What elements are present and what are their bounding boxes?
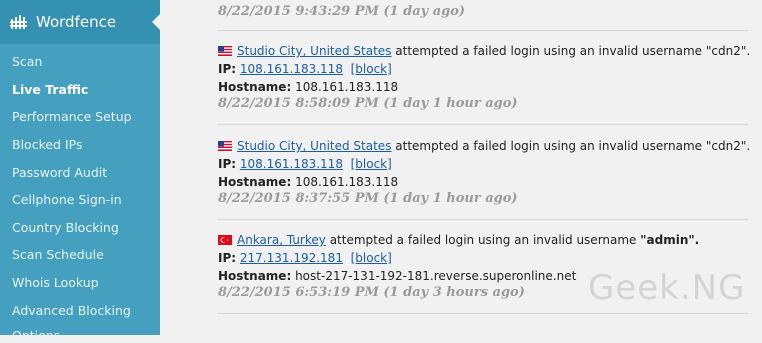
entry-divider xyxy=(218,313,748,314)
watermark: Geek.NG xyxy=(588,268,746,308)
location-link[interactable]: Ankara, Turkey xyxy=(237,233,326,247)
event-message: attempted a failed login using an invali… xyxy=(395,44,703,58)
wordfence-title: Wordfence xyxy=(36,13,117,31)
event-message: attempted a failed login using an invali… xyxy=(395,139,703,153)
username-value: "admin". xyxy=(640,233,700,247)
us-flag-icon xyxy=(218,141,232,151)
wordfence-logo-icon xyxy=(10,15,27,29)
us-flag-icon xyxy=(218,46,232,56)
hostname-label: Hostname: xyxy=(218,175,292,189)
hostname-value: 108.161.183.118 xyxy=(295,175,399,189)
entry-divider xyxy=(218,30,748,31)
ip-label: IP: xyxy=(218,251,237,265)
ip-label: IP: xyxy=(218,62,237,76)
live-traffic-log: 8/22/2015 9:43:29 PM (1 day ago) Studio … xyxy=(160,0,762,335)
log-entry: Studio City, United States attempted a f… xyxy=(218,137,751,206)
block-ip-link[interactable]: [block] xyxy=(351,157,392,171)
hostname-label: Hostname: xyxy=(218,80,292,94)
sidebar-item-performance-setup[interactable]: Performance Setup xyxy=(12,109,132,124)
sidebar-item-live-traffic[interactable]: Live Traffic xyxy=(12,82,88,97)
hostname-label: Hostname: xyxy=(218,269,292,283)
entry-timestamp: 8/22/2015 8:37:55 PM (1 day 1 hour ago) xyxy=(218,191,518,206)
username-value: "cdn2". xyxy=(705,139,751,153)
location-link[interactable]: Studio City, United States xyxy=(237,44,391,58)
ip-label: IP: xyxy=(218,157,237,171)
sidebar-item-advanced-blocking[interactable]: Advanced Blocking xyxy=(12,303,131,318)
event-message: attempted a failed login using an invali… xyxy=(329,233,637,247)
sidebar-item-options[interactable]: Options xyxy=(12,328,60,343)
sidebar-item-whois-lookup[interactable]: Whois Lookup xyxy=(12,275,99,290)
ip-link[interactable]: 217.131.192.181 xyxy=(240,251,343,265)
tr-flag-icon xyxy=(218,235,232,245)
sidebar-item-cellphone-sign-in[interactable]: Cellphone Sign-in xyxy=(12,192,122,207)
entry-divider xyxy=(218,219,748,220)
block-ip-link[interactable]: [block] xyxy=(351,62,392,76)
sidebar-item-country-blocking[interactable]: Country Blocking xyxy=(12,220,119,235)
location-link[interactable]: Studio City, United States xyxy=(237,139,391,153)
ip-link[interactable]: 108.161.183.118 xyxy=(240,157,343,171)
hostname-value: host-217-131-192-181.reverse.superonline… xyxy=(295,269,577,283)
entry-divider xyxy=(218,124,748,125)
ip-link[interactable]: 108.161.183.118 xyxy=(240,62,343,76)
block-ip-link[interactable]: [block] xyxy=(351,251,392,265)
entry-timestamp: 8/22/2015 8:58:09 PM (1 day 1 hour ago) xyxy=(218,96,518,111)
entry-timestamp: 8/22/2015 9:43:29 PM (1 day ago) xyxy=(218,4,466,19)
hostname-value: 108.161.183.118 xyxy=(295,80,399,94)
username-value: "cdn2". xyxy=(705,44,751,58)
sidebar-item-blocked-ips[interactable]: Blocked IPs xyxy=(12,137,82,152)
sidebar-item-scan[interactable]: Scan xyxy=(12,54,42,69)
wordfence-menu-header[interactable]: Wordfence xyxy=(0,0,160,44)
current-menu-pointer xyxy=(152,14,160,30)
log-entry: 8/22/2015 9:43:29 PM (1 day ago) xyxy=(218,4,748,19)
sidebar-item-scan-schedule[interactable]: Scan Schedule xyxy=(12,247,104,262)
log-entry: Studio City, United States attempted a f… xyxy=(218,42,751,111)
admin-sidebar: Wordfence Scan Live Traffic Performance … xyxy=(0,0,160,343)
sidebar-item-password-audit[interactable]: Password Audit xyxy=(12,165,107,180)
